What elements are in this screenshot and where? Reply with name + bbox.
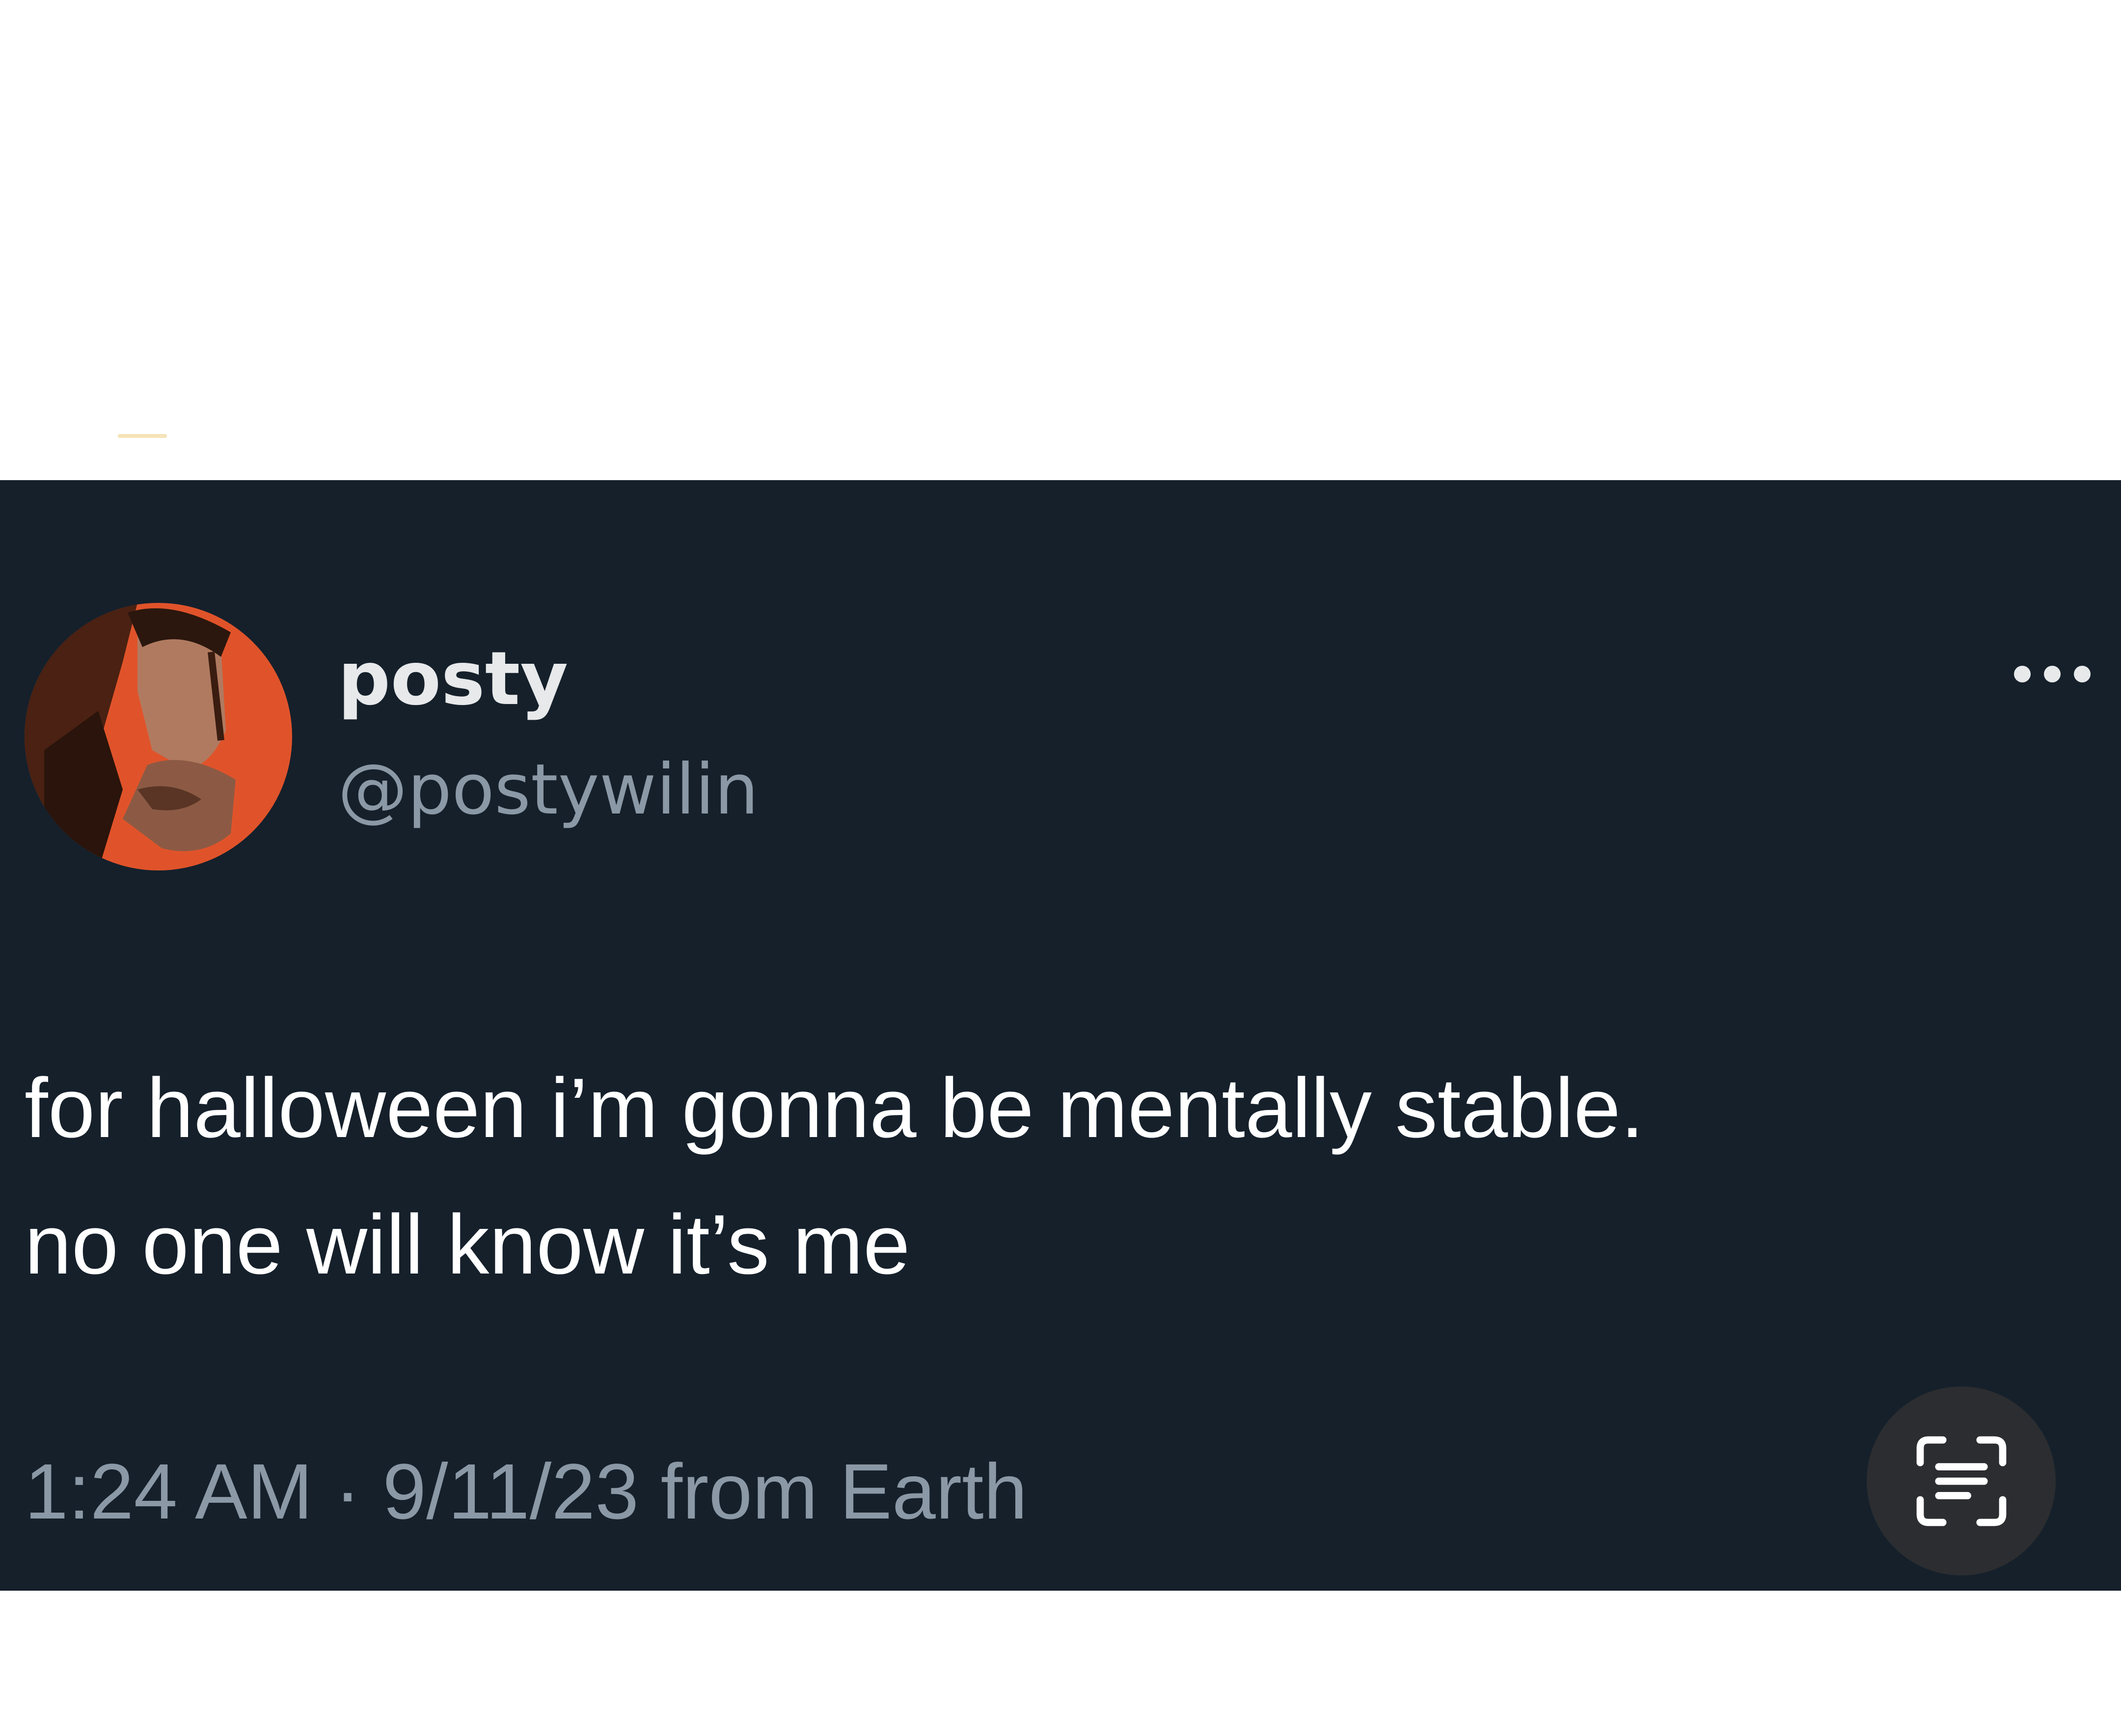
decorative-smudge — [118, 434, 167, 438]
scan-text-button[interactable] — [1867, 1386, 2056, 1575]
tweet-text: for halloween i’m gonna be mentally stab… — [25, 1040, 2062, 1313]
more-horizontal-icon-dot — [2074, 666, 2091, 682]
more-options-button[interactable] — [2003, 657, 2101, 691]
scan-text-icon — [1916, 1436, 2006, 1526]
tweet-card: posty @postywilin for halloween i’m gonn… — [0, 480, 2121, 1591]
profile-photo-icon — [25, 603, 292, 870]
bottom-margin — [0, 1591, 2121, 1736]
more-horizontal-icon — [2014, 666, 2031, 682]
author-handle[interactable]: @postywilin — [338, 755, 759, 825]
tweet-text-line: no one will know it’s me — [25, 1197, 910, 1292]
tweet-text-line: for halloween i’m gonna be mentally stab… — [25, 1061, 1644, 1155]
tweet-timestamp[interactable]: 1:24 AM · 9/11/23 from Earth — [25, 1452, 1028, 1531]
author-display-name[interactable]: posty — [338, 642, 568, 716]
top-margin — [0, 0, 2121, 480]
avatar[interactable] — [25, 603, 292, 870]
more-horizontal-icon-dot — [2044, 666, 2061, 682]
